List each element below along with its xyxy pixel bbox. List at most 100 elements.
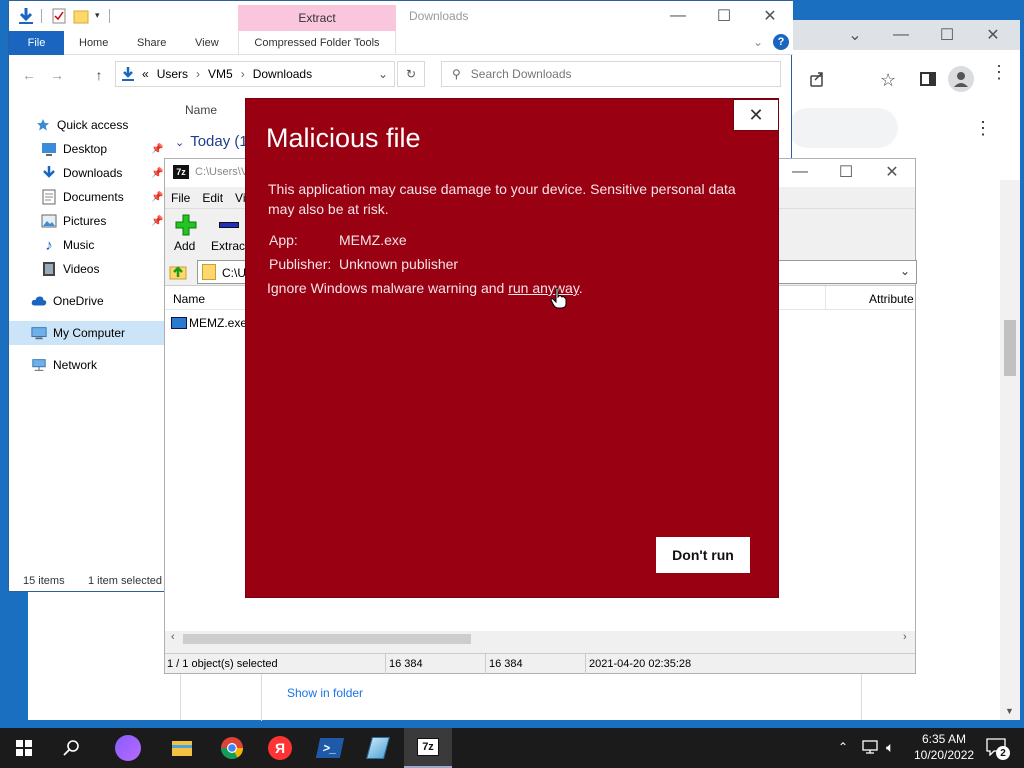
address-bar[interactable]: « Users › VM5 › Downloads ⌄ bbox=[115, 61, 395, 87]
sidebar-item-my-computer[interactable]: My Computer bbox=[9, 321, 165, 345]
explorer-maximize-button[interactable]: ☐ bbox=[701, 1, 747, 31]
tab-file[interactable]: File bbox=[9, 31, 64, 55]
address-overflow[interactable]: « bbox=[142, 67, 149, 81]
explorer-minimize-button[interactable]: — bbox=[655, 1, 701, 31]
help-icon[interactable]: ? bbox=[773, 34, 789, 50]
7zip-minimize-button[interactable]: — bbox=[777, 158, 823, 186]
group-today[interactable]: ⌄ Today (1 bbox=[175, 133, 248, 150]
sidebar-item-music[interactable]: ♪ Music bbox=[9, 233, 165, 257]
ignore-warning-line: Ignore Windows malware warning and run a… bbox=[267, 280, 583, 296]
chrome-scrollbar[interactable]: ▼ bbox=[1000, 180, 1020, 720]
7zip-horizontal-scrollbar[interactable]: ‹ › bbox=[165, 631, 915, 647]
publisher-label: Publisher: bbox=[269, 256, 332, 272]
refresh-icon[interactable]: ↻ bbox=[397, 61, 425, 87]
7zip-path-text: C:\U bbox=[222, 266, 246, 280]
dont-run-button[interactable]: Don't run bbox=[656, 537, 750, 573]
search-icon bbox=[63, 740, 79, 756]
breadcrumb-vm5[interactable]: VM5 bbox=[208, 67, 233, 81]
pin-icon: 📌 bbox=[151, 143, 164, 155]
column-header-name[interactable]: Name bbox=[185, 103, 217, 117]
scroll-right-icon[interactable]: › bbox=[903, 631, 907, 643]
start-button[interactable] bbox=[0, 728, 48, 768]
sidebar-item-desktop[interactable]: Desktop 📌 bbox=[9, 137, 165, 161]
scrollbar-thumb[interactable] bbox=[183, 634, 471, 644]
7zip-menu-file[interactable]: File bbox=[171, 191, 190, 205]
downloads-menu-icon[interactable]: ⋮ bbox=[974, 118, 992, 139]
clock-date: 10/20/2022 bbox=[914, 748, 975, 762]
sidebar-item-network[interactable]: Network bbox=[9, 353, 165, 377]
network-status-icon[interactable] bbox=[862, 739, 880, 755]
tab-view[interactable]: View bbox=[181, 31, 233, 55]
sidebar-item-downloads[interactable]: Downloads 📌 bbox=[9, 161, 165, 185]
downloads-search-pill[interactable] bbox=[788, 108, 898, 148]
7zip-menu-edit[interactable]: Edit bbox=[202, 191, 223, 205]
chrome-maximize-button[interactable]: ☐ bbox=[924, 20, 970, 50]
back-arrow-icon[interactable]: ← bbox=[17, 63, 41, 87]
extract-button-label[interactable]: Extract bbox=[211, 239, 248, 253]
profile-avatar[interactable] bbox=[948, 66, 974, 92]
sidebar-item-onedrive[interactable]: OneDrive bbox=[9, 289, 165, 313]
yandex-browser-icon[interactable]: Я bbox=[256, 728, 304, 768]
sidebar-item-videos[interactable]: Videos bbox=[9, 257, 165, 281]
ribbon-expand-icon[interactable]: ⌄ bbox=[753, 35, 763, 49]
address-dropdown-icon[interactable]: ⌄ bbox=[378, 67, 388, 81]
share-icon[interactable] bbox=[808, 70, 826, 88]
file-explorer-taskbar-icon[interactable] bbox=[158, 728, 206, 768]
tab-share[interactable]: Share bbox=[123, 31, 180, 55]
sidebar-item-documents[interactable]: Documents 📌 bbox=[9, 185, 165, 209]
7zip-maximize-button[interactable]: ☐ bbox=[823, 158, 869, 186]
chrome-close-button[interactable]: ✕ bbox=[970, 20, 1016, 50]
ignore-warning-text: Ignore Windows malware warning and bbox=[267, 280, 509, 296]
collapse-chevron-icon[interactable]: ⌄ bbox=[175, 137, 184, 149]
scroll-left-icon[interactable]: ‹ bbox=[171, 631, 175, 643]
tab-home[interactable]: Home bbox=[65, 31, 122, 55]
powershell-icon[interactable]: >_ bbox=[306, 728, 354, 768]
breadcrumb-users[interactable]: Users bbox=[157, 67, 188, 81]
add-plus-icon[interactable] bbox=[175, 214, 197, 236]
column-header-name[interactable]: Name bbox=[173, 292, 205, 306]
customize-qa-icon[interactable]: ▾ bbox=[95, 10, 100, 21]
alice-assistant-icon[interactable] bbox=[104, 728, 152, 768]
7zip-menu-view[interactable]: Vi bbox=[235, 191, 245, 205]
bookmark-star-icon[interactable]: ☆ bbox=[880, 70, 896, 91]
pictures-icon bbox=[41, 213, 57, 229]
table-row[interactable]: MEMZ.exe bbox=[171, 314, 247, 332]
column-header-attributes[interactable]: Attribute bbox=[869, 292, 915, 306]
chrome-scrollbar-thumb[interactable] bbox=[1004, 320, 1016, 376]
sidebar-label: Desktop bbox=[63, 142, 108, 156]
search-taskbar-button[interactable] bbox=[48, 728, 96, 768]
run-anyway-link[interactable]: run anyway bbox=[508, 280, 579, 296]
extract-minus-icon[interactable] bbox=[219, 222, 239, 228]
clock[interactable]: 6:35 AM 10/20/2022 bbox=[914, 732, 974, 762]
chrome-minimize-button[interactable]: — bbox=[878, 20, 924, 50]
chrome-tab-search-icon[interactable]: ⌄ bbox=[832, 20, 878, 50]
notepad-app-icon[interactable] bbox=[354, 728, 402, 768]
7zip-taskbar-icon[interactable]: 7z bbox=[404, 728, 452, 768]
properties-icon[interactable] bbox=[51, 8, 67, 24]
folder-up-icon[interactable] bbox=[169, 262, 189, 282]
chrome-taskbar-icon[interactable] bbox=[208, 728, 256, 768]
add-button-label[interactable]: Add bbox=[174, 239, 195, 253]
sidebar-item-pictures[interactable]: Pictures 📌 bbox=[9, 209, 165, 233]
tab-compressed-folder-tools[interactable]: Compressed Folder Tools bbox=[238, 31, 396, 55]
extract-contextual-tab[interactable]: Extract bbox=[238, 5, 396, 31]
new-folder-icon[interactable] bbox=[73, 8, 89, 24]
chrome-menu-icon[interactable]: ⋮ bbox=[990, 63, 1008, 81]
path-dropdown-icon[interactable]: ⌄ bbox=[900, 264, 910, 278]
notifications-icon[interactable]: 2 bbox=[986, 738, 1010, 760]
sidebar-item-quick-access[interactable]: Quick access bbox=[9, 113, 165, 137]
music-note-icon: ♪ bbox=[45, 236, 53, 254]
side-panel-icon[interactable] bbox=[920, 72, 936, 86]
search-input[interactable]: ⚲ Search Downloads bbox=[441, 61, 781, 87]
scroll-down-icon[interactable]: ▼ bbox=[1005, 706, 1014, 716]
7zip-status-bar: 1 / 1 object(s) selected 16 384 16 384 2… bbox=[165, 653, 915, 674]
up-arrow-icon[interactable]: ↑ bbox=[87, 63, 111, 87]
forward-arrow-icon[interactable]: → bbox=[45, 63, 69, 87]
explorer-close-button[interactable]: ✕ bbox=[747, 1, 793, 31]
volume-icon[interactable]: 🔈︎ bbox=[886, 739, 894, 756]
dialog-close-button[interactable]: ✕ bbox=[733, 99, 779, 131]
breadcrumb-downloads[interactable]: Downloads bbox=[253, 67, 312, 81]
show-hidden-icons-chevron[interactable]: ⌃ bbox=[838, 740, 848, 754]
7zip-close-button[interactable]: ✕ bbox=[869, 158, 915, 186]
show-in-folder-link[interactable]: Show in folder bbox=[287, 686, 363, 700]
